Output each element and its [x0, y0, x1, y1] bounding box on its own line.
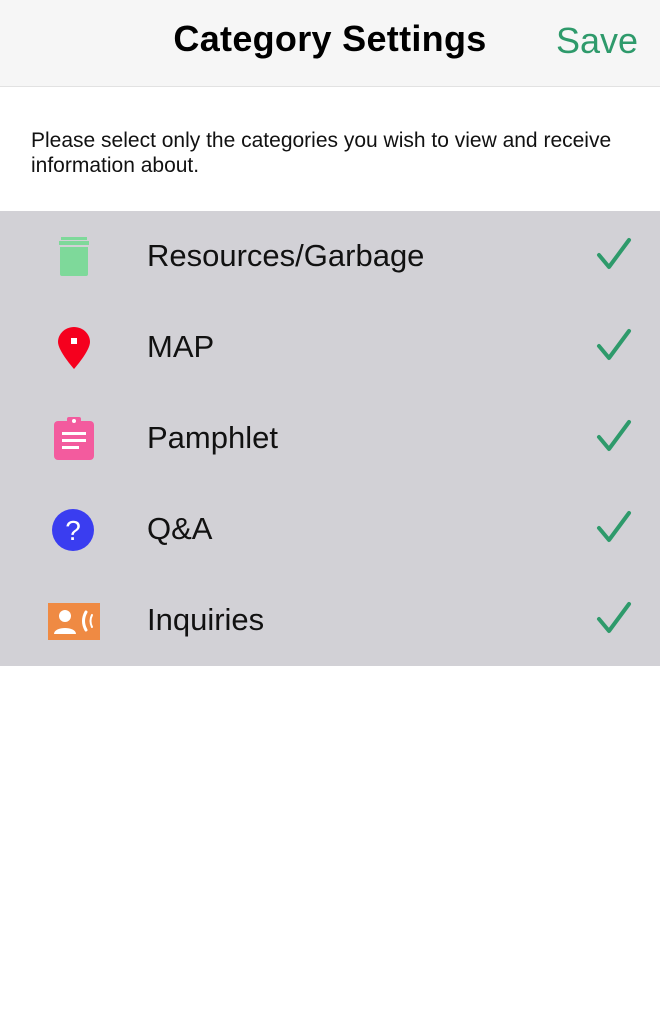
category-label: Pamphlet — [147, 420, 278, 455]
category-row-pamphlet[interactable]: Pamphlet — [0, 393, 660, 484]
category-row-qa[interactable]: ? Q&A — [0, 484, 660, 575]
category-row-inquiries[interactable]: Inquiries — [0, 575, 660, 666]
checkmark-icon — [597, 329, 631, 360]
checkmark-icon — [597, 511, 631, 542]
checkmark-icon — [597, 238, 631, 269]
checkmark-icon — [597, 420, 631, 451]
clipboard-icon — [54, 417, 94, 460]
question-circle-icon: ? — [52, 509, 94, 551]
category-label: Inquiries — [147, 602, 265, 637]
category-list: Resources/Garbage MAP Pamphlet ? Q&A Inq… — [0, 211, 660, 666]
instructions-text: Please select only the categories you wi… — [31, 129, 612, 177]
category-label: Resources/Garbage — [147, 238, 425, 273]
category-row-resources-garbage[interactable]: Resources/Garbage — [0, 211, 660, 302]
category-row-map[interactable]: MAP — [0, 302, 660, 393]
category-label: Q&A — [147, 511, 213, 546]
save-button[interactable]: Save — [556, 20, 638, 62]
navigation-bar: Category Settings Save — [0, 0, 660, 87]
trash-icon — [59, 237, 89, 276]
checkmark-icon — [597, 602, 631, 633]
category-label: MAP — [147, 329, 215, 364]
svg-text:?: ? — [65, 515, 81, 546]
map-pin-icon — [58, 327, 90, 369]
contact-phone-icon — [48, 603, 100, 640]
